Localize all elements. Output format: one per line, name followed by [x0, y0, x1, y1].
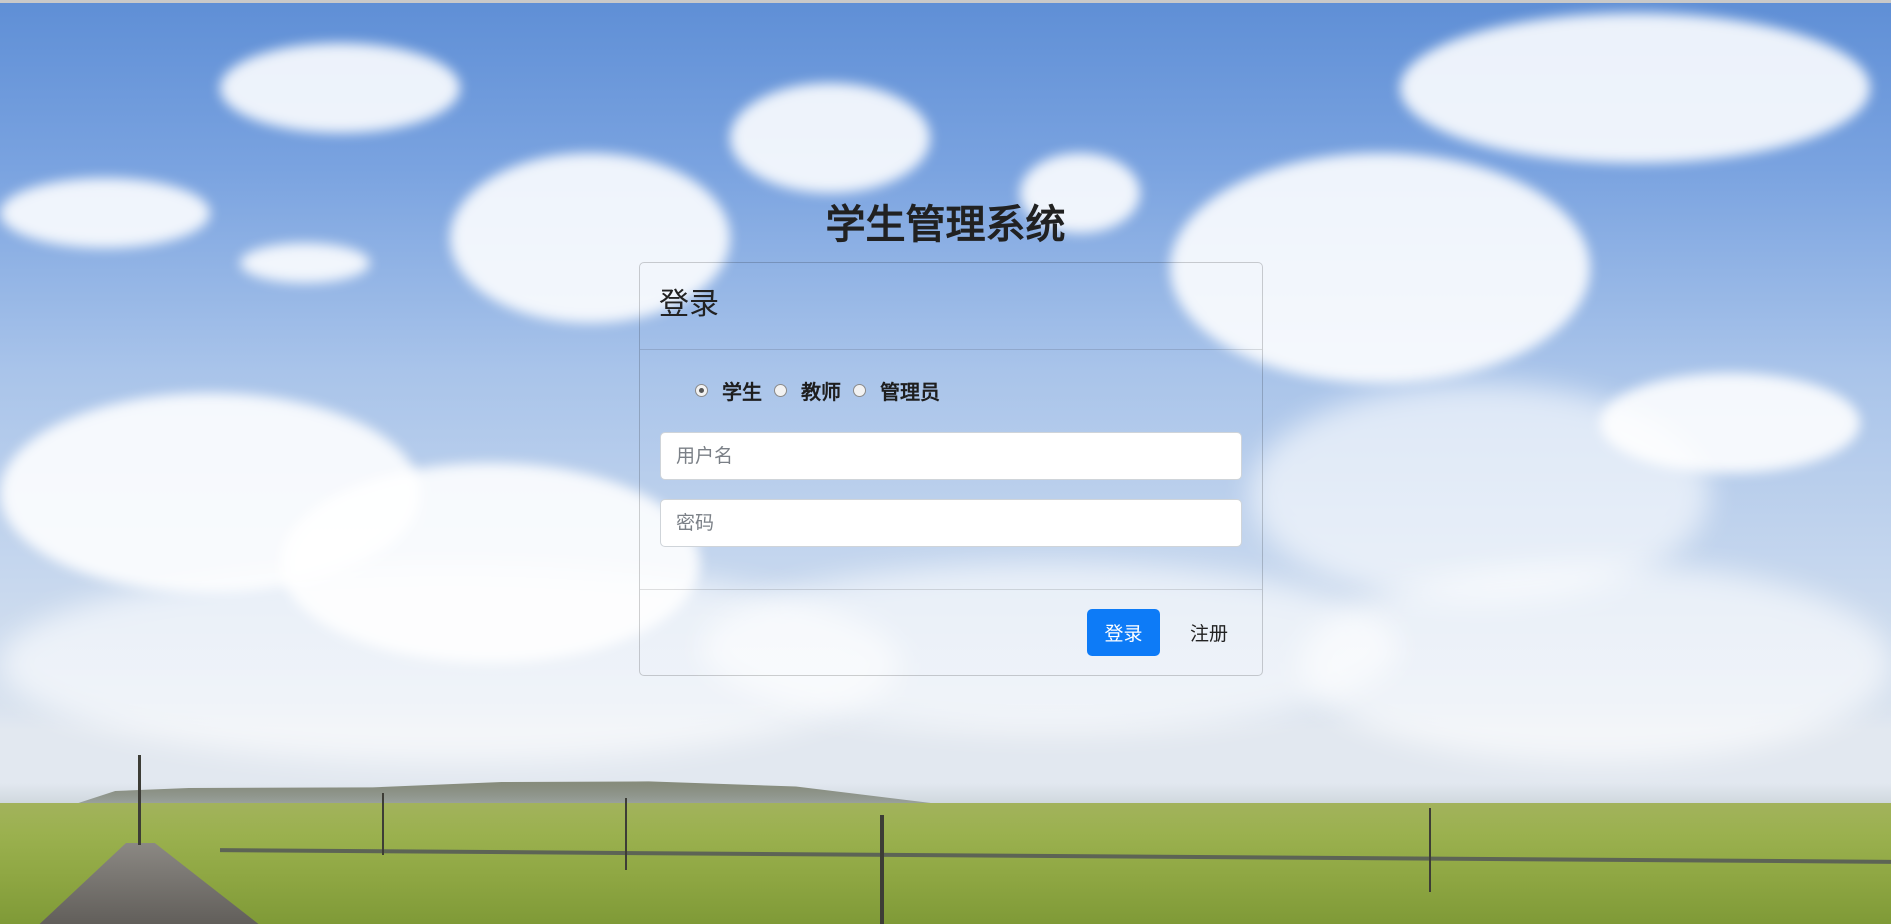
login-card-footer: 登录 注册 [640, 590, 1262, 675]
login-card: 登录 学生 教师 管理员 登录 注册 [639, 262, 1263, 676]
login-button[interactable]: 登录 [1087, 609, 1160, 656]
role-label-teacher[interactable]: 教师 [801, 376, 841, 405]
username-input[interactable] [660, 432, 1242, 480]
password-input[interactable] [660, 499, 1242, 547]
role-label-student[interactable]: 学生 [722, 376, 762, 405]
utility-pole [625, 798, 627, 870]
role-radio-student[interactable]: 学生 [695, 376, 762, 405]
utility-pole [1429, 808, 1431, 892]
radio-button-admin[interactable] [853, 384, 866, 397]
role-radio-group: 学生 教师 管理员 [695, 376, 952, 405]
utility-pole [880, 815, 884, 924]
background-scene: 学生管理系统 登录 学生 教师 管理员 用户名 登录 注册 [0, 0, 1891, 924]
register-button[interactable]: 注册 [1173, 609, 1245, 656]
grassland [0, 803, 1891, 924]
role-radio-teacher[interactable]: 教师 [774, 376, 841, 405]
cloud [730, 83, 930, 193]
cloud [1400, 13, 1870, 163]
utility-pole [382, 793, 384, 855]
page-title: 学生管理系统 [825, 202, 1066, 248]
login-card-title: 登录 [659, 287, 719, 322]
cloud [220, 43, 460, 133]
login-card-header: 登录 [640, 263, 1262, 350]
radio-button-teacher[interactable] [774, 384, 787, 397]
role-radio-admin[interactable]: 管理员 [853, 376, 940, 405]
login-card-body: 学生 教师 管理员 [640, 350, 1262, 590]
utility-pole [138, 755, 141, 845]
radio-button-student[interactable] [695, 384, 708, 397]
role-label-admin[interactable]: 管理员 [880, 376, 940, 405]
